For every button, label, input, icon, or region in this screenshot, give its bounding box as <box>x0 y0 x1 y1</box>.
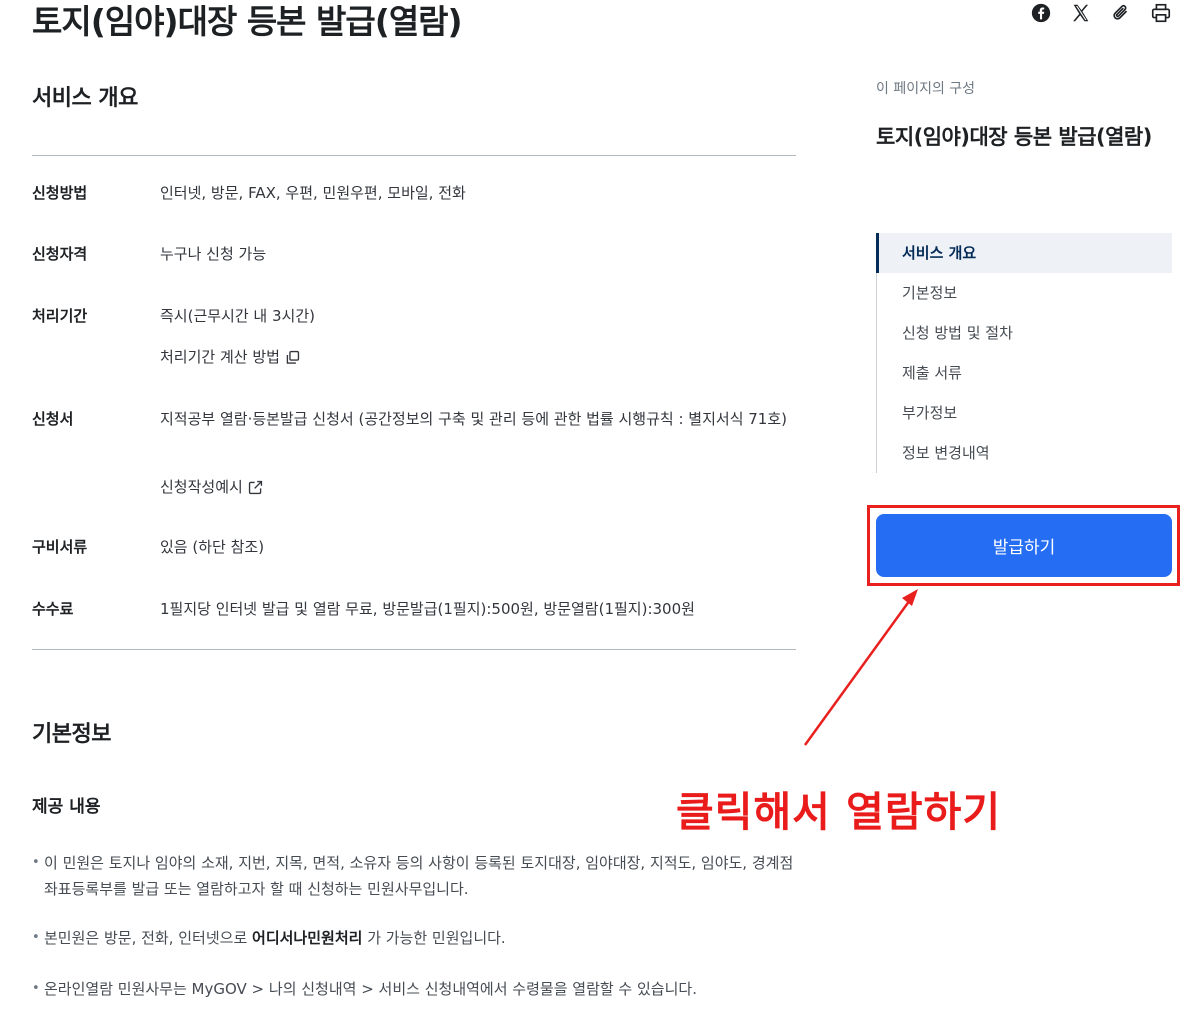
external-link-icon <box>248 480 262 495</box>
issue-button[interactable]: 발급하기 <box>876 514 1172 577</box>
list-item: 이 민원은 토지나 임야의 소재, 지번, 지목, 면적, 소유자 등의 사항이… <box>32 850 796 902</box>
share-toolbar <box>1030 2 1172 24</box>
overview-divider-top <box>32 155 796 156</box>
row-value: 1필지당 인터넷 발급 및 열람 무료, 방문발급(1필지):500원, 방문열… <box>160 600 695 618</box>
form-example-link[interactable]: 신청작성예시 <box>160 475 264 500</box>
list-item: 온라인열람 민원사무는 MyGOV > 나의 신청내역 > 서비스 신청내역에서… <box>32 976 796 1002</box>
x-icon[interactable] <box>1070 2 1092 24</box>
processing-time-link-wrap: 처리기간 계산 방법 <box>160 345 796 370</box>
toc-item-change-history[interactable]: 정보 변경내역 <box>877 433 1172 473</box>
toc-item-service-overview[interactable]: 서비스 개요 <box>876 233 1172 273</box>
row-value: 즉시(근무시간 내 3시간) <box>160 307 315 325</box>
print-icon[interactable] <box>1150 2 1172 24</box>
overview-divider-bottom <box>32 649 796 650</box>
row-label: 신청서 <box>32 410 74 428</box>
toc-item-basic-info[interactable]: 기본정보 <box>877 273 1172 313</box>
row-value: 있음 (하단 참조) <box>160 538 265 556</box>
paperclip-icon[interactable] <box>1110 2 1132 24</box>
bullet-bold-text: 어디서나민원처리 <box>252 929 363 947</box>
bullet-text: 본민원은 방문, 전화, 인터넷으로 <box>44 929 253 947</box>
overview-title: 서비스 개요 <box>32 86 138 111</box>
row-value: 누구나 신청 가능 <box>160 245 267 263</box>
row-label: 구비서류 <box>32 538 88 556</box>
toc-item-additional-info[interactable]: 부가정보 <box>877 393 1172 433</box>
row-value: 지적공부 열람·등본발급 신청서 (공간정보의 구축 및 관리 등에 관한 법률… <box>160 410 788 428</box>
toc-caption: 이 페이지의 구성 <box>876 81 976 97</box>
row-label: 신청자격 <box>32 245 88 263</box>
bullet-text: 가 가능한 민원입니다. <box>362 929 506 947</box>
facebook-icon[interactable] <box>1030 2 1052 24</box>
toc-title: 토지(임야)대장 등본 발급(열람) <box>876 125 1152 149</box>
toc-item-documents[interactable]: 제출 서류 <box>877 353 1172 393</box>
annotation-text: 클릭해서 열람하기 <box>676 788 1002 836</box>
row-label: 신청방법 <box>32 184 88 202</box>
row-label: 처리기간 <box>32 307 88 325</box>
row-label: 수수료 <box>32 600 74 618</box>
copy-window-icon <box>286 350 300 364</box>
provided-content-subtitle: 제공 내용 <box>32 797 101 817</box>
link-label: 신청작성예시 <box>160 478 243 496</box>
processing-time-calc-link[interactable]: 처리기간 계산 방법 <box>160 345 301 370</box>
list-item: 본민원은 방문, 전화, 인터넷으로 어디서나민원처리 가 가능한 민원입니다. <box>32 925 796 951</box>
toc-nav: 서비스 개요 기본정보 신청 방법 및 절차 제출 서류 부가정보 정보 변경내… <box>876 233 1172 473</box>
page-title: 토지(임야)대장 등본 발급(열람) <box>32 2 463 41</box>
basic-info-title: 기본정보 <box>32 722 111 747</box>
toc-item-application-method[interactable]: 신청 방법 및 절차 <box>877 313 1172 353</box>
row-value: 인터넷, 방문, FAX, 우편, 민원우편, 모바일, 전화 <box>160 184 466 202</box>
link-label: 처리기간 계산 방법 <box>160 348 280 366</box>
form-example-link-wrap: 신청작성예시 <box>160 475 796 500</box>
